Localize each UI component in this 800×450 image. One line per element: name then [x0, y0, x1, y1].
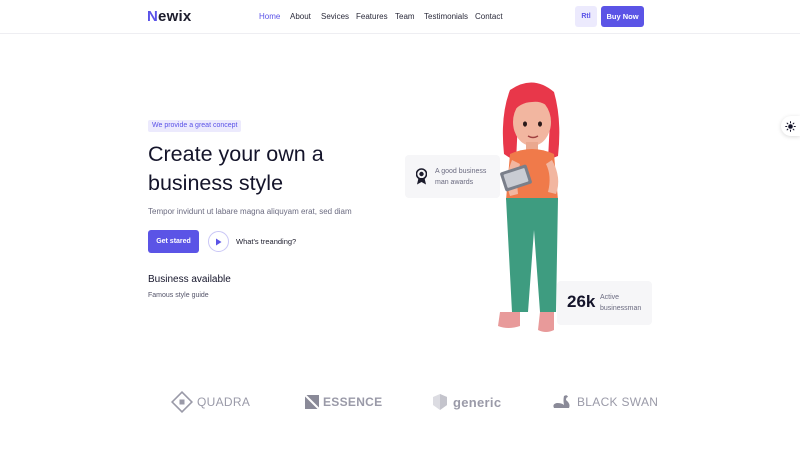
get-started-button[interactable]: Get stared — [148, 230, 199, 253]
brand-generic: generic — [432, 390, 501, 414]
generic-logo-icon — [433, 394, 447, 410]
logo-text: ewix — [158, 8, 192, 25]
brand-label: QUADRA — [197, 395, 251, 409]
stat-number: 26k — [567, 292, 596, 311]
site-header: Newix Home About Sevices Features Team T… — [0, 0, 800, 34]
active-businessman-card: 26k Active businessman — [557, 281, 652, 325]
rtl-button[interactable]: Rtl — [575, 6, 597, 27]
brand-label: ESSENCE — [323, 395, 383, 409]
award-ribbon-icon — [416, 168, 427, 185]
trending-link[interactable]: What's treanding? — [236, 237, 296, 246]
brand-black-swan: BLACK SWAN — [551, 390, 658, 414]
swan-logo-icon — [553, 395, 570, 408]
hero-subtitle: Tempor invidunt ut labare magna aliquyam… — [148, 207, 352, 216]
buy-now-button[interactable]: Buy Now — [601, 6, 644, 27]
hero-title-line1: Create your own a — [148, 142, 324, 166]
hero-title-line2: business style — [148, 171, 284, 195]
business-subtitle: Famous style guide — [148, 292, 209, 299]
nav-services[interactable]: Sevices — [321, 12, 356, 21]
logo-initial: N — [147, 8, 159, 25]
nav-features[interactable]: Features — [356, 12, 395, 21]
play-video-button[interactable] — [208, 231, 229, 252]
brand-quadra: QUADRA — [171, 390, 250, 414]
sun-icon — [785, 120, 796, 132]
nav-about[interactable]: About — [290, 12, 321, 21]
essence-logo-icon — [304, 394, 320, 410]
business-title: Business available — [148, 274, 231, 285]
logo[interactable]: Newix — [147, 8, 191, 25]
brand-essence: ESSENCE — [304, 390, 382, 414]
nav-testimonials[interactable]: Testimonials — [424, 12, 475, 21]
hero-tagline-badge: We provide a great concept — [148, 120, 242, 132]
brand-label: BLACK SWAN — [577, 395, 659, 409]
brand-label: generic — [453, 394, 502, 410]
play-icon — [216, 238, 222, 245]
main-nav: Home About Sevices Features Team Testimo… — [259, 12, 503, 21]
stat-label: Active businessman — [600, 294, 642, 312]
nav-contact[interactable]: Contact — [475, 12, 503, 21]
nav-home[interactable]: Home — [259, 12, 290, 21]
theme-toggle-button[interactable] — [781, 116, 800, 136]
award-card: A good business man awards — [405, 155, 500, 198]
quadra-logo-icon — [171, 391, 193, 413]
nav-team[interactable]: Team — [395, 12, 424, 21]
award-text: A good business man awards — [435, 168, 487, 186]
hero-title: Create your own a business style — [148, 140, 378, 198]
